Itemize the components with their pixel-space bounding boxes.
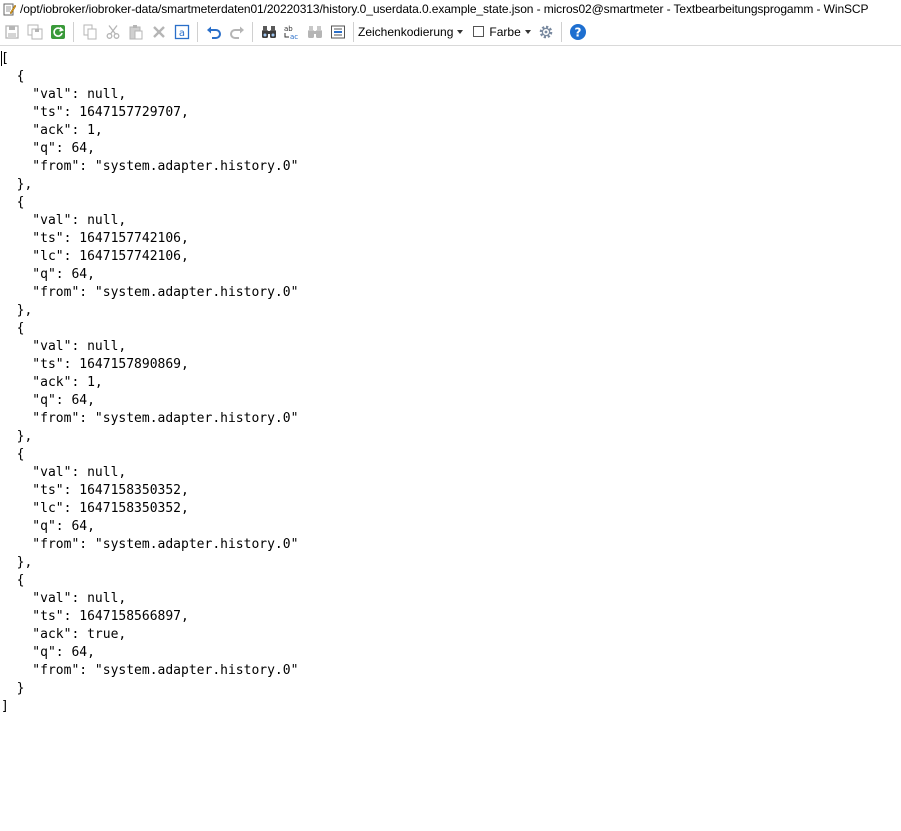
code-line: "q": 64,: [1, 393, 95, 408]
code-line: {: [1, 69, 25, 84]
svg-text:ab: ab: [284, 25, 293, 33]
encoding-dropdown[interactable]: Zeichenkodierung: [358, 24, 464, 39]
encoding-label: Zeichenkodierung: [358, 24, 454, 39]
toolbar-separator: [252, 21, 253, 42]
select-all-icon[interactable]: a: [171, 21, 193, 43]
save-all-icon[interactable]: [24, 21, 46, 43]
undo-icon[interactable]: [203, 21, 225, 43]
color-checkbox[interactable]: [473, 26, 485, 37]
notepad-icon: [2, 2, 16, 16]
paste-icon[interactable]: [125, 21, 147, 43]
code-line: "from": "system.adapter.history.0": [1, 537, 299, 552]
toolbar: a ab ac Zeichenkodierung Farbe ?: [0, 18, 901, 46]
code-line: "val": null,: [1, 591, 127, 606]
code-line: {: [1, 195, 25, 210]
cut-icon[interactable]: [102, 21, 124, 43]
svg-text:ac: ac: [290, 33, 298, 40]
code-line: "ts": 1647157890869,: [1, 357, 189, 372]
help-icon[interactable]: ?: [567, 21, 589, 43]
text-editor[interactable]: [ { "val": null, "ts": 1647157729707, "a…: [0, 46, 901, 831]
save-icon[interactable]: [1, 21, 23, 43]
code-line: {: [1, 573, 25, 588]
redo-icon[interactable]: [226, 21, 248, 43]
toolbar-separator: [197, 21, 198, 42]
svg-text:a: a: [179, 28, 185, 39]
code-line: "val": null,: [1, 339, 127, 354]
code-line: "lc": 1647158350352,: [1, 501, 189, 516]
code-line: "lc": 1647157742106,: [1, 249, 189, 264]
code-line: ]: [1, 699, 9, 714]
code-line: },: [1, 429, 33, 444]
delete-icon[interactable]: [148, 21, 170, 43]
replace-icon[interactable]: ab ac: [281, 21, 303, 43]
code-line: },: [1, 303, 33, 318]
code-line: "from": "system.adapter.history.0": [1, 663, 299, 678]
code-line: },: [1, 177, 33, 192]
title-bar: /opt/iobroker/iobroker-data/smartmeterda…: [0, 0, 901, 18]
code-line: "q": 64,: [1, 645, 95, 660]
reload-icon[interactable]: [47, 21, 69, 43]
code-line: "from": "system.adapter.history.0": [1, 285, 299, 300]
settings-icon[interactable]: [535, 21, 557, 43]
color-label: Farbe: [489, 24, 521, 39]
find-next-icon[interactable]: [304, 21, 326, 43]
code-line: "q": 64,: [1, 141, 95, 156]
toolbar-separator: [560, 21, 562, 42]
code-line: "ts": 1647158350352,: [1, 483, 189, 498]
chevron-down-icon: [457, 29, 464, 34]
code-line: "val": null,: [1, 213, 127, 228]
code-line: "q": 64,: [1, 519, 95, 534]
code-line: [: [1, 51, 9, 66]
text-cursor: [1, 51, 2, 66]
find-icon[interactable]: [258, 21, 280, 43]
code-line: "val": null,: [1, 87, 127, 102]
copy-icon[interactable]: [79, 21, 101, 43]
code-line: "ack": 1,: [1, 123, 103, 138]
editor-window: /opt/iobroker/iobroker-data/smartmeterda…: [0, 0, 901, 831]
code-line: "ts": 1647157742106,: [1, 231, 189, 246]
code-line: "from": "system.adapter.history.0": [1, 411, 299, 426]
code-line: },: [1, 555, 33, 570]
toolbar-separator: [73, 21, 74, 42]
editor-content[interactable]: [ { "val": null, "ts": 1647157729707, "a…: [0, 50, 901, 716]
code-line: "ack": 1,: [1, 375, 103, 390]
code-line: "from": "system.adapter.history.0": [1, 159, 299, 174]
code-line: "q": 64,: [1, 267, 95, 282]
code-line: {: [1, 447, 25, 462]
chevron-down-icon: [524, 29, 531, 34]
code-line: "val": null,: [1, 465, 127, 480]
code-line: "ack": true,: [1, 627, 127, 642]
svg-text:?: ?: [574, 25, 581, 39]
code-line: {: [1, 321, 25, 336]
goto-line-icon[interactable]: [327, 21, 349, 43]
code-line: }: [1, 681, 25, 696]
toolbar-separator: [353, 21, 354, 42]
code-line: "ts": 1647158566897,: [1, 609, 189, 624]
window-title: /opt/iobroker/iobroker-data/smartmeterda…: [20, 2, 869, 16]
code-line: "ts": 1647157729707,: [1, 105, 189, 120]
color-dropdown[interactable]: Farbe: [473, 24, 531, 39]
